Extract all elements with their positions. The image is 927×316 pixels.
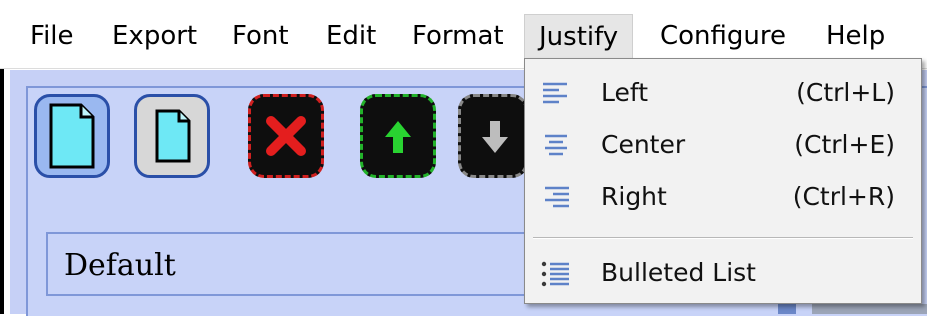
move-up-arrow-icon	[385, 121, 411, 153]
menu-item-shortcut: (Ctrl+R)	[792, 182, 895, 211]
open-document-icon	[155, 109, 191, 163]
bulleted-list-icon	[541, 261, 569, 287]
panel-edge	[812, 304, 927, 314]
menu-item-label: Right	[601, 182, 667, 211]
align-center-icon	[545, 134, 567, 156]
new-document-button[interactable]	[34, 94, 110, 178]
menu-item-right[interactable]: Right (Ctrl+R)	[525, 171, 921, 223]
menu-item-label: Center	[601, 130, 686, 159]
menu-configure[interactable]: Configure	[660, 14, 786, 58]
align-left-icon	[543, 82, 567, 104]
menu-item-left[interactable]: Left (Ctrl+L)	[525, 67, 921, 119]
menu-item-label: Left	[601, 78, 649, 107]
justify-dropdown-menu: Left (Ctrl+L) Center (Ctrl+E) Right (Ctr…	[524, 58, 922, 304]
open-document-button[interactable]	[134, 94, 210, 178]
menu-format[interactable]: Format	[412, 14, 504, 58]
move-down-arrow-icon	[482, 121, 508, 153]
new-document-icon	[49, 103, 95, 169]
move-up-button[interactable]	[360, 94, 436, 178]
menu-item-shortcut: (Ctrl+L)	[796, 78, 895, 107]
menu-justify[interactable]: Justify	[524, 14, 634, 59]
menu-file[interactable]: File	[30, 14, 74, 58]
menu-export[interactable]: Export	[112, 14, 197, 58]
align-right-icon	[545, 186, 569, 208]
menu-help[interactable]: Help	[826, 14, 885, 58]
move-down-button[interactable]	[458, 94, 528, 178]
menu-font[interactable]: Font	[232, 14, 289, 58]
style-selector[interactable]: Default	[46, 232, 536, 296]
menu-edit[interactable]: Edit	[326, 14, 376, 58]
menu-separator	[533, 237, 913, 239]
scrollbar-fragment	[778, 304, 796, 314]
menu-item-label: Bulleted List	[601, 258, 756, 287]
delete-button[interactable]	[248, 94, 324, 178]
menu-item-shortcut: (Ctrl+E)	[794, 130, 895, 159]
menu-item-bulleted-list[interactable]: Bulleted List	[525, 247, 921, 299]
delete-x-icon	[266, 116, 306, 156]
menu-item-center[interactable]: Center (Ctrl+E)	[525, 119, 921, 171]
